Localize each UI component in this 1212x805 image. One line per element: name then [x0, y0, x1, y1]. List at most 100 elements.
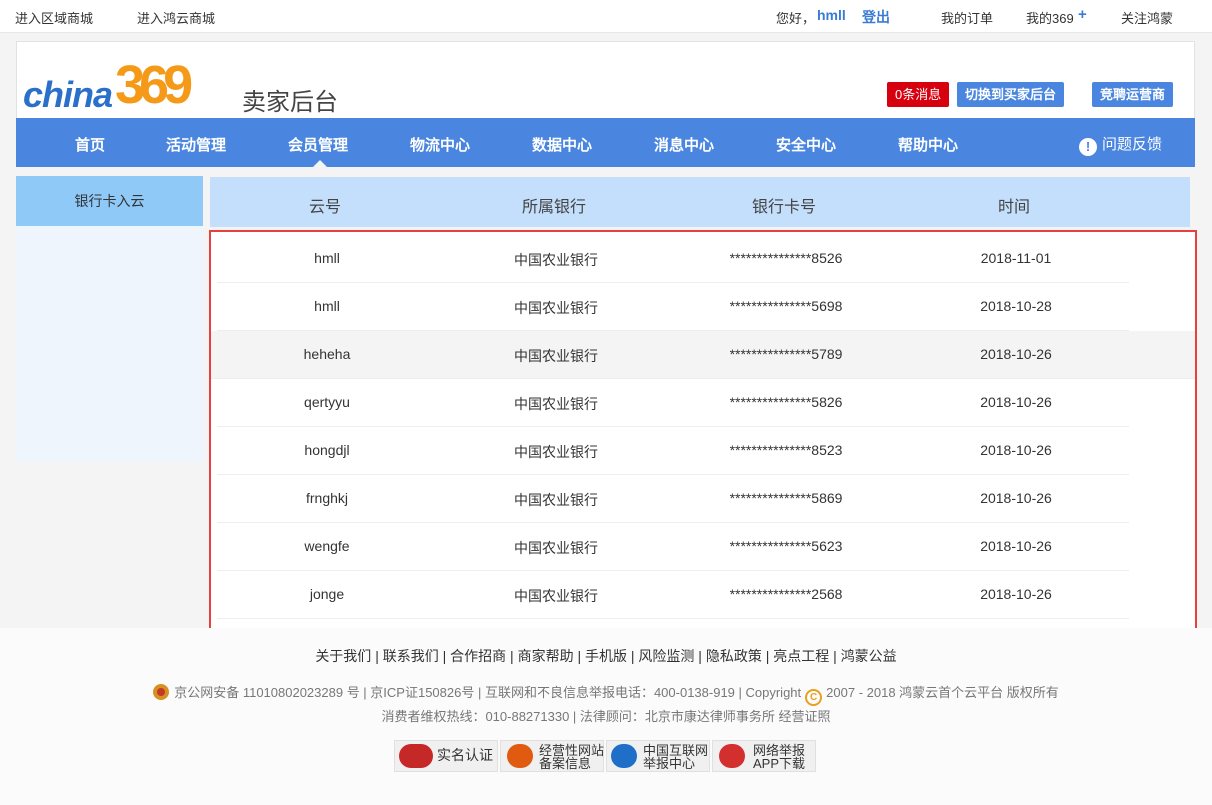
sidebar: 银行卡入云 — [16, 176, 203, 462]
row-bank: 中国农业银行 — [514, 348, 598, 364]
website-record-icon — [507, 744, 533, 768]
table-row: frnghkj 中国农业银行 ***************5869 2018-10-… — [217, 475, 1129, 523]
hongyun-mall-link[interactable]: 进入鸿云商城 — [137, 8, 215, 27]
report-center-icon — [611, 744, 637, 768]
footer-separator: | — [761, 648, 774, 664]
footer: 关于我们 | 联系我们 | 合作招商 | 商家帮助 | 手机版 | 风险监测 |… — [0, 628, 1212, 805]
footer-separator: | — [627, 648, 639, 664]
copyright-text: 2007 - 2018 鸿蒙云首个云平台 版权所有 — [826, 685, 1059, 700]
nav-activity[interactable]: 活动管理 — [166, 134, 226, 155]
nav-logistics[interactable]: 物流中心 — [410, 134, 470, 155]
row-card-number: ***************2568 — [729, 586, 843, 602]
website-record-label2: 备案信息 — [539, 756, 592, 771]
row-cloud-id: hongdjl — [304, 442, 350, 458]
follow-link[interactable]: 关注鸿蒙 — [1121, 8, 1173, 27]
col-cloud-id: 云号 — [308, 199, 342, 216]
col-time: 时间 — [997, 199, 1031, 216]
logo-text: china — [23, 74, 113, 115]
report-app-badge[interactable]: 网络举报 APP下载 — [712, 740, 816, 772]
main-nav: 首页 活动管理 会员管理 物流中心 数据中心 消息中心 安全中心 帮助中心 ! 问… — [16, 118, 1195, 167]
col-bank: 所属银行 — [521, 199, 587, 216]
table-row: qertyyu 中国农业银行 ***************5826 2018-10-… — [217, 379, 1129, 427]
bid-operator-button[interactable]: 竞聘运营商 — [1092, 82, 1174, 107]
row-bank: 中国农业银行 — [514, 252, 598, 268]
footer-separator: | — [506, 648, 518, 664]
footer-link[interactable]: 手机版 — [585, 648, 627, 664]
active-nav-indicator — [313, 160, 327, 167]
table-row: hmll 中国农业银行 ***************5698 2018-10-28 — [217, 283, 1129, 331]
report-center-badge[interactable]: 中国互联网 举报中心 — [606, 740, 710, 772]
footer-license: 京公网安备 11010802023289 号 | 京ICP证150826号 | … — [0, 682, 1212, 706]
footer-link[interactable]: 商家帮助 — [518, 648, 574, 664]
row-bank: 中国农业银行 — [514, 300, 598, 316]
police-badge-icon — [153, 684, 170, 700]
real-name-badge[interactable]: 实名认证 — [394, 740, 498, 772]
row-card-number: ***************5869 — [729, 490, 843, 506]
footer-link[interactable]: 风险监测 — [638, 648, 694, 664]
china369-logo[interactable]: china 369 — [23, 54, 233, 116]
table-row: hongdjl 中国农业银行 ***************8523 2018-10-… — [217, 427, 1129, 475]
table-row: hmll 中国农业银行 ***************8526 2018-11-01 — [217, 235, 1129, 283]
report-app-icon — [719, 744, 745, 768]
page-title: 卖家后台 — [242, 89, 338, 116]
footer-separator: | — [438, 648, 451, 664]
row-cloud-id: frnghkj — [305, 490, 349, 506]
row-bank: 中国农业银行 — [514, 444, 598, 460]
report-app-label2: APP下载 — [753, 756, 806, 771]
feedback-label: 问题反馈 — [1102, 136, 1163, 153]
my-orders-link[interactable]: 我的订单 — [941, 8, 993, 27]
nav-data[interactable]: 数据中心 — [532, 134, 592, 155]
switch-buyer-button[interactable]: 切换到买家后台 — [957, 82, 1065, 107]
nav-message[interactable]: 消息中心 — [654, 134, 714, 155]
feedback-link[interactable]: ! 问题反馈 — [1079, 133, 1162, 156]
row-time: 2018-10-26 — [980, 586, 1052, 602]
real-name-label: 实名认证 — [437, 747, 493, 763]
row-card-number: ***************5698 — [729, 298, 843, 314]
nav-member[interactable]: 会员管理 — [288, 134, 348, 155]
footer-hotline: 消费者维权热线：010-88271330 | 法律顾问：北京市康达律师事务所 经… — [381, 709, 831, 724]
row-bank: 中国农业银行 — [514, 588, 598, 604]
copyright-icon: C — [805, 689, 823, 706]
row-cloud-id: hmll — [314, 250, 340, 266]
sidebar-item-bank-card[interactable]: 银行卡入云 — [16, 176, 203, 226]
table-row: jonge 中国农业银行 ***************2568 2018-10-26 — [217, 571, 1129, 619]
footer-link[interactable]: 合作招商 — [450, 648, 506, 664]
footer-separator: | — [694, 648, 706, 664]
report-center-label2: 举报中心 — [643, 756, 696, 771]
website-record-badge[interactable]: 经营性网站 备案信息 — [500, 740, 604, 772]
my369-link[interactable]: 我的369 — [1026, 8, 1074, 27]
footer-separator: | — [371, 648, 383, 664]
username[interactable]: hmll — [817, 7, 846, 23]
nav-help[interactable]: 帮助中心 — [898, 134, 958, 155]
nav-security[interactable]: 安全中心 — [776, 134, 836, 155]
row-card-number: ***************8523 — [729, 442, 843, 458]
row-card-number: ***************5826 — [729, 394, 843, 410]
row-cloud-id: wengfe — [304, 538, 350, 554]
regional-mall-link[interactable]: 进入区域商城 — [15, 8, 93, 27]
row-cloud-id: heheha — [303, 346, 351, 362]
footer-link[interactable]: 亮点工程 — [773, 648, 829, 664]
header: china 369 卖家后台 0条消息 切换到买家后台 竞聘运营商 — [16, 41, 1195, 118]
row-time: 2018-10-26 — [980, 346, 1052, 362]
table-row: wengfe 中国农业银行 ***************5623 2018-10-2… — [217, 523, 1129, 571]
footer-link[interactable]: 隐私政策 — [706, 648, 762, 664]
footer-separator: | — [573, 648, 585, 664]
row-card-number: ***************5789 — [729, 346, 843, 362]
logo-number: 369 — [115, 55, 193, 115]
row-cloud-id: hmll — [314, 298, 340, 314]
row-bank: 中国农业银行 — [514, 396, 598, 412]
license-text: 京公网安备 11010802023289 号 | 京ICP证150826号 | … — [174, 685, 802, 700]
logout-link[interactable]: 登出 — [862, 7, 890, 27]
footer-link[interactable]: 关于我们 — [315, 648, 371, 664]
plus-icon[interactable]: + — [1078, 6, 1087, 23]
top-bar: 进入区域商城 进入鸿云商城 您好， hmll 登出 我的订单 我的369 + 关… — [0, 0, 1212, 33]
messages-button[interactable]: 0条消息 — [887, 82, 950, 107]
table-row: heheha 中国农业银行 ***************5789 2018-10-2… — [211, 331, 1195, 379]
footer-link[interactable]: 联系我们 — [383, 648, 439, 664]
footer-links: 关于我们 | 联系我们 | 合作招商 | 商家帮助 | 手机版 | 风险监测 |… — [0, 646, 1212, 666]
greeting-text: 您好， — [776, 11, 816, 26]
row-time: 2018-10-26 — [980, 394, 1052, 410]
footer-link[interactable]: 鸿蒙公益 — [841, 648, 897, 664]
nav-home[interactable]: 首页 — [75, 134, 105, 155]
row-time: 2018-10-28 — [980, 298, 1052, 314]
